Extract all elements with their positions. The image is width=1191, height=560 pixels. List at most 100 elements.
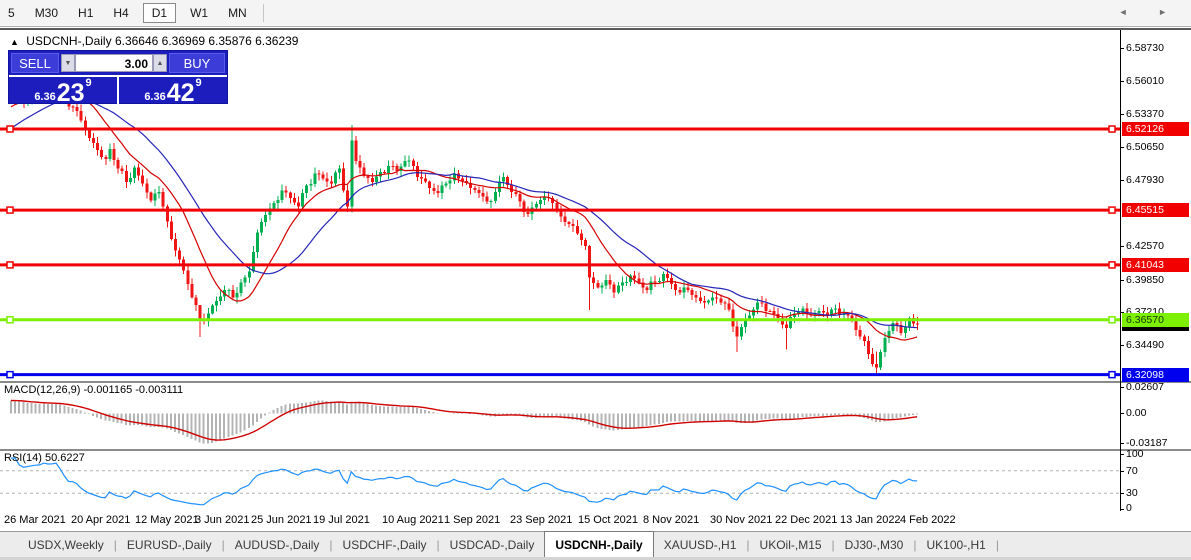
trade-panel-controls: SELL ▼ 3.00 ▲ BUY — [9, 51, 227, 75]
macd-axis-label: 0.02607 — [1126, 381, 1164, 393]
date-axis-label: 8 Nov 2021 — [643, 514, 700, 526]
macd-axis-tick — [1120, 443, 1124, 444]
hline-price-badge: 6.45515 — [1122, 203, 1189, 218]
timeframe-button-w1[interactable]: W1 — [184, 4, 214, 22]
price-axis-tick — [1120, 113, 1124, 115]
timeframe-button-h4[interactable]: H4 — [107, 4, 134, 22]
date-axis-label: 13 Jan 2022 — [840, 514, 901, 526]
hline-price-badge: 6.36570 — [1122, 312, 1189, 327]
price-axis-tick — [1120, 180, 1124, 182]
macd-indicator-panel[interactable]: MACD(12,26,9) -0.001165 -0.003111 — [0, 383, 1120, 449]
rsi-axis-tick — [1120, 470, 1124, 472]
rsi-plot-svg[interactable] — [0, 451, 1120, 511]
date-axis-label: 26 Mar 2021 — [4, 514, 66, 526]
price-axis-label: 6.50650 — [1126, 141, 1164, 154]
buy-button[interactable]: BUY — [169, 53, 225, 73]
toolbar-divider — [262, 4, 264, 22]
tab-usdx-weekly[interactable]: USDX,Weekly — [18, 534, 114, 556]
volume-increase-button[interactable]: ▲ — [153, 54, 167, 72]
time-axis[interactable]: 26 Mar 2021 20 Apr 2021 12 May 2021 3 Jun 2… — [0, 511, 1191, 531]
price-axis-label: 6.56010 — [1126, 75, 1164, 88]
price-axis-tick — [1120, 279, 1124, 281]
price-axis-label: 6.39850 — [1126, 273, 1164, 286]
date-axis-label: 20 Apr 2021 — [71, 514, 131, 526]
tab-usdcnh-daily[interactable]: USDCNH-,Daily — [544, 530, 654, 559]
chart-ohlc-values: 6.36646 6.36969 6.35876 6.36239 — [114, 34, 299, 48]
rsi-axis-tick — [1120, 454, 1124, 455]
rsi-axis-label: 100 — [1126, 448, 1144, 460]
tab-scroll-arrows[interactable]: ◄ ► — [1119, 7, 1181, 17]
rsi-label: RSI(14) 50.6227 — [4, 452, 85, 464]
date-axis-label: 12 May 2021 — [135, 514, 199, 526]
sell-price-pips: 23 — [56, 79, 85, 107]
date-axis-label: 4 Feb 2022 — [900, 514, 956, 526]
chart-symbol-title: USDCNH-,Daily — [26, 34, 112, 48]
price-axis-tick — [1120, 81, 1124, 83]
price-axis-tick — [1120, 345, 1124, 347]
hline-price-badge: 6.32098 — [1122, 367, 1189, 382]
price-axis-label: 6.42570 — [1126, 240, 1164, 253]
price-axis-label: 6.58730 — [1126, 42, 1164, 54]
macd-axis-tick — [1120, 387, 1124, 388]
timeframe-button-d1[interactable]: D1 — [142, 3, 177, 23]
tab-ukoil-m15[interactable]: UKOil-,M15 — [750, 534, 832, 556]
tab-eurusd-daily[interactable]: EURUSD-,Daily — [117, 534, 222, 556]
price-axis-tick — [1120, 48, 1124, 49]
macd-axis-label: 0.00 — [1126, 407, 1147, 419]
tab-audusd-daily[interactable]: AUDUSD-,Daily — [225, 534, 330, 556]
date-axis-label: 25 Jun 2021 — [251, 514, 312, 526]
date-axis-label: 15 Oct 2021 — [578, 514, 638, 526]
chevron-up-icon: ▲ — [156, 59, 164, 67]
timeframe-button-m30[interactable]: M30 — [29, 4, 64, 22]
price-axis-tick — [1120, 246, 1124, 248]
timeframe-button-h1[interactable]: H1 — [72, 4, 99, 22]
sell-price-point: 9 — [85, 77, 92, 89]
chart-header: ▲ USDCNH-,Daily 6.36646 6.36969 6.35876 … — [10, 34, 298, 48]
price-axis-tick — [1120, 147, 1124, 149]
rsi-axis-label: 30 — [1126, 487, 1138, 500]
sell-button[interactable]: SELL — [11, 53, 59, 73]
rsi-axis-tick — [1120, 493, 1124, 495]
price-axis-label: 6.47930 — [1126, 174, 1164, 187]
tab-xauusd-h1[interactable]: XAUUSD-,H1 — [654, 534, 747, 556]
tab-usdchf-daily[interactable]: USDCHF-,Daily — [333, 534, 437, 556]
buy-price-base: 6.36 — [144, 91, 166, 103]
chart-tab-bar: USDX,Weekly | EURUSD-,Daily | AUDUSD-,Daily |… — [0, 530, 1191, 559]
chart-window[interactable]: ▲ USDCNH-,Daily 6.36646 6.36969 6.35876 … — [0, 28, 1191, 514]
timeframe-button-mn[interactable]: MN — [222, 4, 253, 22]
price-axis-border — [1120, 30, 1121, 511]
rsi-axis-tick — [1120, 509, 1124, 510]
buy-price-pips: 42 — [166, 79, 195, 107]
timeframe-button-5[interactable]: 5 — [2, 4, 21, 22]
macd-axis-tick — [1120, 413, 1124, 414]
date-axis-label: 30 Nov 2021 — [710, 514, 773, 526]
price-axis-label: 6.53370 — [1126, 107, 1164, 120]
tab-uk100-h1[interactable]: UK100-,H1 — [916, 534, 995, 556]
buy-price-point: 9 — [195, 77, 202, 89]
sell-price-display[interactable]: 6.36 23 9 — [9, 77, 117, 106]
date-axis-label: 10 Aug 2021 — [382, 514, 444, 526]
tab-separator: | — [995, 538, 999, 552]
one-click-panel-toggle-icon[interactable]: ▲ — [10, 37, 19, 47]
rsi-indicator-panel[interactable]: RSI(14) 50.6227 — [0, 451, 1120, 511]
date-axis-label: 23 Sep 2021 — [510, 514, 573, 526]
sell-price-base: 6.36 — [34, 91, 56, 103]
date-axis-label: 22 Dec 2021 — [775, 514, 838, 526]
macd-label: MACD(12,26,9) -0.001165 -0.003111 — [4, 384, 184, 396]
tab-dj30-m30[interactable]: DJ30-,M30 — [835, 534, 914, 556]
hline-price-badge: 6.41043 — [1122, 257, 1189, 272]
hline-price-badge: 6.52126 — [1122, 121, 1189, 136]
buy-price-display[interactable]: 6.36 42 9 — [117, 77, 227, 106]
volume-decrease-button[interactable]: ▼ — [61, 54, 75, 72]
trade-panel-prices: 6.36 23 9 6.36 42 9 — [9, 75, 227, 106]
one-click-trading-panel: SELL ▼ 3.00 ▲ BUY 6.36 23 9 6.36 42 9 — [8, 50, 228, 106]
date-axis-label: 3 Jun 2021 — [195, 514, 250, 526]
tab-usdcad-daily[interactable]: USDCAD-,Daily — [440, 534, 545, 556]
rsi-axis-label: 70 — [1126, 464, 1138, 477]
volume-input[interactable]: 3.00 — [75, 54, 153, 72]
date-axis-label: 1 Sep 2021 — [444, 514, 501, 526]
timeframe-toolbar: 5 M30 H1 H4 D1 W1 MN — [0, 0, 1191, 27]
price-axis-label: 6.34490 — [1126, 339, 1164, 352]
chevron-down-icon: ▼ — [64, 59, 72, 67]
mt4-application-window: 5 M30 H1 H4 D1 W1 MN ▲ USDCNH-,Daily 6.36646 6… — [0, 0, 1191, 560]
